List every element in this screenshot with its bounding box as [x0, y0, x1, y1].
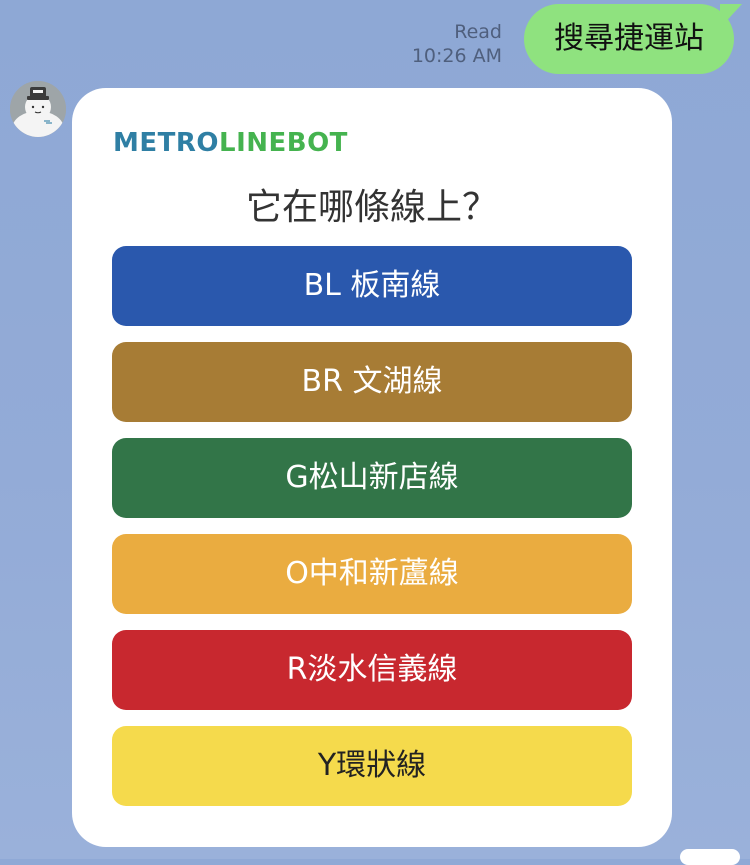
snowman-icon: [10, 81, 66, 137]
metro-line-list: BL 板南線 BR 文湖線 G松山新店線 O中和新蘆線 R淡水信義線 Y環狀線: [112, 246, 632, 822]
message-meta: Read 10:26 AM: [412, 20, 502, 68]
question-text: 它在哪條線上？: [245, 187, 498, 228]
next-message-peek: [680, 849, 740, 865]
line-button-r[interactable]: R淡水信義線: [112, 630, 632, 710]
brand-logo: METROLINEBOT: [113, 128, 348, 158]
chat-area: Read 10:26 AM 搜尋捷運站 METROLINEBOT 它在哪條線上？…: [0, 0, 750, 865]
line-button-o[interactable]: O中和新蘆線: [112, 534, 632, 614]
line-button-bl[interactable]: BL 板南線: [112, 246, 632, 326]
line-button-y[interactable]: Y環狀線: [112, 726, 632, 806]
read-status: Read: [454, 21, 502, 43]
message-time: 10:26 AM: [411, 45, 502, 67]
bot-avatar[interactable]: [10, 81, 66, 137]
flex-message-card: METROLINEBOT 它在哪條線上？ BL 板南線 BR 文湖線 G松山新店…: [72, 88, 672, 847]
brand-linebot: LINEBOT: [219, 128, 348, 158]
line-button-g[interactable]: G松山新店線: [112, 438, 632, 518]
outgoing-message-bubble[interactable]: 搜尋捷運站: [524, 4, 734, 74]
brand-metro: METRO: [113, 128, 219, 158]
line-button-br[interactable]: BR 文湖線: [112, 342, 632, 422]
